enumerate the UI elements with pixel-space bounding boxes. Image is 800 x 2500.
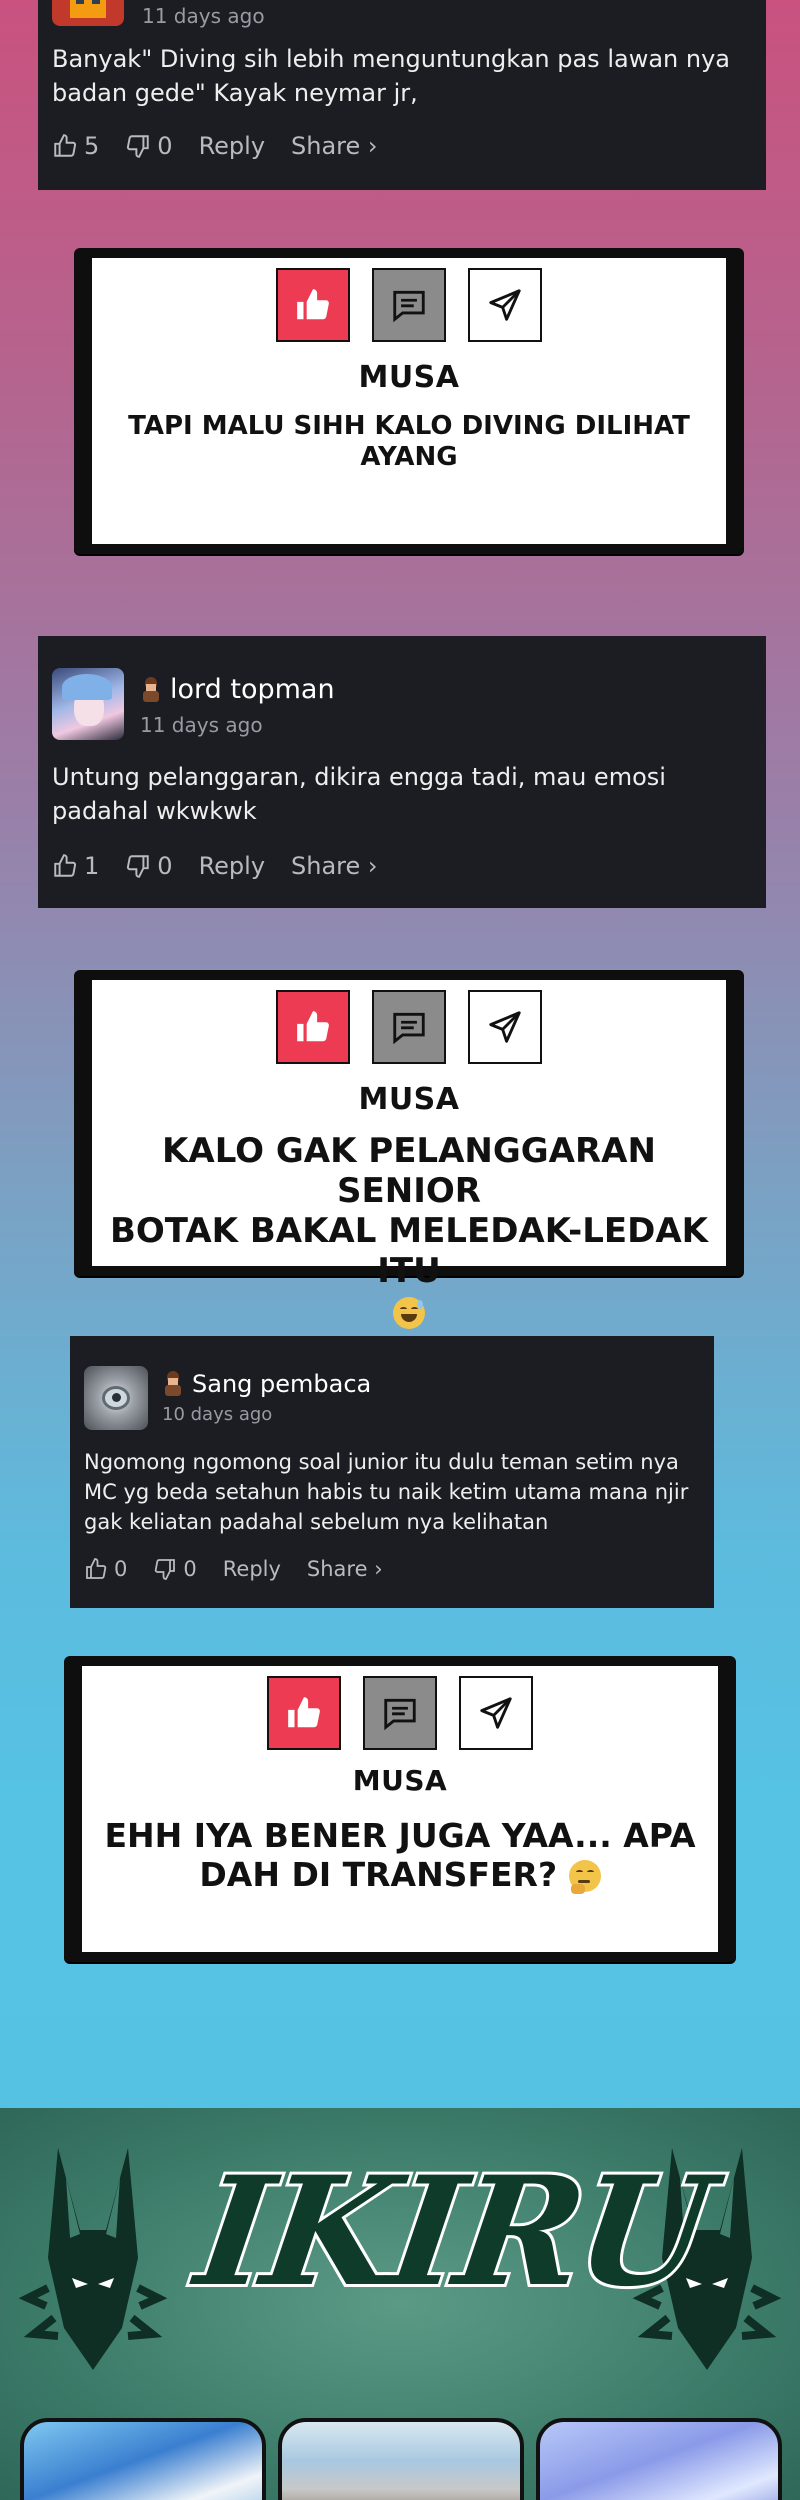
comic-thumbnail[interactable] (20, 2418, 266, 2500)
share-button[interactable]: Share › (291, 852, 377, 880)
share-button[interactable] (468, 268, 542, 342)
comment-text: Ngomong ngomong soal junior itu dulu tem… (84, 1450, 689, 1534)
jackal-head-icon (18, 2148, 168, 2370)
like-button[interactable] (267, 1676, 341, 1750)
like-count: 0 (114, 1557, 128, 1582)
avatar[interactable] (52, 668, 124, 740)
dislike-count: 0 (157, 132, 173, 161)
speech-text: TAPI MALU SIHH KALO DIVING DILIHAT AYANG (128, 411, 690, 472)
send-icon (489, 289, 521, 321)
send-icon (489, 1011, 521, 1043)
dislike-button[interactable]: 0 (125, 132, 173, 161)
chat-icon (393, 290, 425, 323)
reaction-buttons (92, 268, 726, 342)
share-button[interactable]: Share › (307, 1557, 383, 1581)
like-count: 5 (84, 132, 100, 161)
share-button[interactable]: Share › (291, 132, 377, 160)
laughing-sweat-emoji-icon (393, 1297, 425, 1330)
comment-button[interactable] (372, 990, 446, 1064)
username[interactable]: Sang pembaca (192, 1370, 371, 1398)
speech-text-line-1: KALO GAK PELANGGARAN SENIOR (162, 1131, 656, 1212)
reaction-buttons (82, 1676, 718, 1750)
speech-text-line-2: DAH DI TRANSFER? (82, 1854, 718, 1895)
dislike-count: 0 (157, 852, 173, 881)
comment-actions: 0 0 Reply Share › (84, 1557, 700, 1581)
comment-text: Banyak" Diving sih lebih menguntungkan p… (52, 45, 730, 108)
comment-card-1: 11 days ago Banyak" Diving sih lebih men… (38, 0, 766, 190)
comment-time: 10 days ago (162, 1404, 273, 1425)
comic-thumbnail[interactable] (536, 2418, 782, 2500)
comment-button[interactable] (363, 1676, 437, 1750)
like-button[interactable]: 1 (52, 852, 99, 880)
reply-bubble-3: MUSA EHH IYA BENER JUGA YAA... APA DAH D… (64, 1656, 736, 1962)
thumbs-up-icon (54, 854, 77, 877)
share-button[interactable] (468, 990, 542, 1064)
dislike-button[interactable]: 0 (125, 852, 173, 881)
avatar[interactable] (84, 1366, 148, 1430)
thinking-face-emoji-icon (568, 1860, 601, 1895)
like-count: 1 (84, 852, 100, 881)
reply-bubble-2: MUSA KALO GAK PELANGGARAN SENIOR BOTAK B… (74, 970, 744, 1330)
chat-icon (393, 1012, 425, 1045)
thumbs-up-icon (297, 1011, 329, 1042)
site-logo: IKIRU (185, 2141, 722, 2323)
reply-button[interactable]: Reply (223, 1557, 281, 1581)
share-button[interactable] (459, 1676, 533, 1750)
speech-text-line-2: BOTAK BAKAL MELEDAK-LEDAK ITU (109, 1211, 709, 1292)
speaker-name: MUSA (358, 360, 460, 395)
speech-text-line-1: EHH IYA BENER JUGA YAA... APA (104, 1816, 696, 1855)
thumbs-up-icon (86, 1558, 107, 1580)
comment-time: 11 days ago (142, 4, 265, 28)
reaction-buttons (92, 990, 726, 1064)
comment-text: Untung pelanggaran, dikira engga tadi, m… (52, 763, 666, 826)
comment-actions: 1 0 Reply Share › (52, 852, 752, 880)
comment-card-2: lord topman 11 days ago Untung pelanggar… (38, 636, 766, 908)
reply-bubble-1: MUSA TAPI MALU SIHH KALO DIVING DILIHAT … (74, 248, 744, 554)
like-button[interactable] (276, 268, 350, 342)
thumbs-down-icon (127, 855, 150, 878)
comment-card-3: Sang pembaca 10 days ago Ngomong ngomong… (70, 1336, 714, 1608)
comic-thumbnail[interactable] (278, 2418, 524, 2500)
thumbs-up-icon (297, 289, 329, 320)
username[interactable]: lord topman (170, 674, 335, 705)
comment-actions: 5 0 Reply Share › (52, 132, 752, 160)
thumbs-up-icon (288, 1697, 320, 1728)
like-button[interactable]: 5 (52, 132, 99, 160)
speech-text-line-2-text: DAH DI TRANSFER? (199, 1854, 558, 1894)
send-icon (480, 1697, 512, 1729)
thumbs-down-icon (155, 1559, 176, 1581)
dislike-count: 0 (183, 1557, 197, 1582)
thumbs-down-icon (127, 135, 150, 158)
rank-badge-icon (140, 676, 162, 703)
chat-icon (384, 1698, 416, 1731)
thumbs-up-icon (54, 134, 77, 157)
speaker-name: MUSA (358, 1082, 460, 1117)
avatar[interactable] (52, 0, 124, 26)
like-button[interactable] (276, 990, 350, 1064)
ikiru-banner[interactable]: IKIRU (0, 2108, 800, 2500)
like-button[interactable]: 0 (84, 1557, 127, 1581)
speaker-name: MUSA (352, 1764, 448, 1797)
reply-button[interactable]: Reply (199, 852, 265, 880)
reply-button[interactable]: Reply (199, 132, 265, 160)
comment-time: 11 days ago (140, 713, 263, 737)
dislike-button[interactable]: 0 (153, 1557, 197, 1582)
comment-button[interactable] (372, 268, 446, 342)
rank-badge-icon (162, 1371, 184, 1397)
